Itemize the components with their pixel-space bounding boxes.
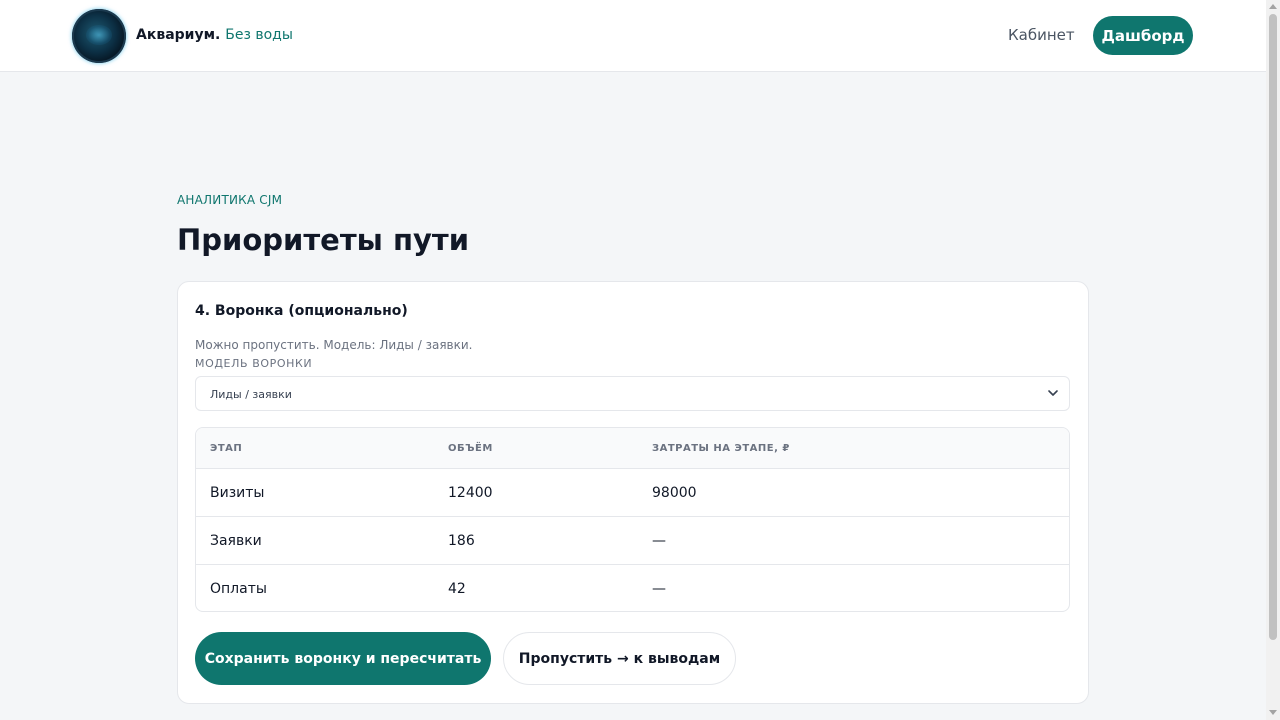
volume-input[interactable]: 12400 — [448, 485, 493, 501]
column-header-volume: ОБЪЁМ — [448, 443, 493, 454]
scroll-down-icon[interactable] — [1269, 710, 1277, 715]
stage-cell: Визиты — [210, 485, 265, 501]
nav-cabinet-link[interactable]: Кабинет — [1008, 26, 1075, 44]
cost-cell: — — [652, 581, 666, 597]
brand-tagline: Без воды — [225, 27, 293, 43]
table-row: Оплаты 42 — — [196, 565, 1069, 611]
brand-name[interactable]: Аквариум. Без воды — [136, 27, 293, 43]
volume-input[interactable]: 42 — [448, 581, 466, 597]
scroll-up-icon[interactable] — [1269, 4, 1277, 9]
aquarium-logo-icon[interactable] — [72, 9, 126, 63]
cost-cell: — — [652, 533, 666, 549]
page-title: Приоритеты пути — [177, 223, 470, 257]
table-header: ЭТАП ОБЪЁМ ЗАТРАТЫ НА ЭТАПЕ, ₽ — [196, 428, 1069, 469]
funnel-card: 4. Воронка (опционально) Можно пропустит… — [177, 281, 1089, 704]
page-scrollbar[interactable] — [1266, 0, 1280, 720]
stage-cell: Заявки — [210, 533, 262, 549]
scrollbar-thumb[interactable] — [1269, 14, 1277, 640]
save-funnel-button[interactable]: Сохранить воронку и пересчитать — [195, 632, 491, 685]
page-eyebrow: АНАЛИТИКА CJM — [177, 193, 283, 207]
table-row: Визиты 12400 98000 — [196, 469, 1069, 517]
column-header-cost: ЗАТРАТЫ НА ЭТАПЕ, ₽ — [652, 443, 790, 454]
funnel-section-title: 4. Воронка (опционально) — [195, 303, 408, 319]
funnel-model-select[interactable]: Лиды / заявки — [195, 376, 1070, 411]
dashboard-button[interactable]: Дашборд — [1093, 16, 1193, 55]
stage-cell: Оплаты — [210, 581, 267, 597]
top-header: Аквариум. Без воды Кабинет Дашборд — [0, 0, 1266, 72]
funnel-model-label: МОДЕЛЬ ВОРОНКИ — [195, 357, 313, 370]
volume-input[interactable]: 186 — [448, 533, 475, 549]
funnel-model-value: Лиды / заявки — [210, 388, 292, 401]
column-header-stage: ЭТАП — [210, 443, 243, 454]
cost-input[interactable]: 98000 — [652, 485, 697, 501]
brand-title: Аквариум. — [136, 27, 221, 43]
chevron-down-icon — [1048, 390, 1058, 396]
funnel-hint: Можно пропустить. Модель: Лиды / заявки. — [195, 338, 473, 352]
skip-to-conclusions-button[interactable]: Пропустить → к выводам — [503, 632, 736, 685]
table-row: Заявки 186 — — [196, 517, 1069, 565]
funnel-table: ЭТАП ОБЪЁМ ЗАТРАТЫ НА ЭТАПЕ, ₽ Визиты 12… — [195, 427, 1070, 612]
